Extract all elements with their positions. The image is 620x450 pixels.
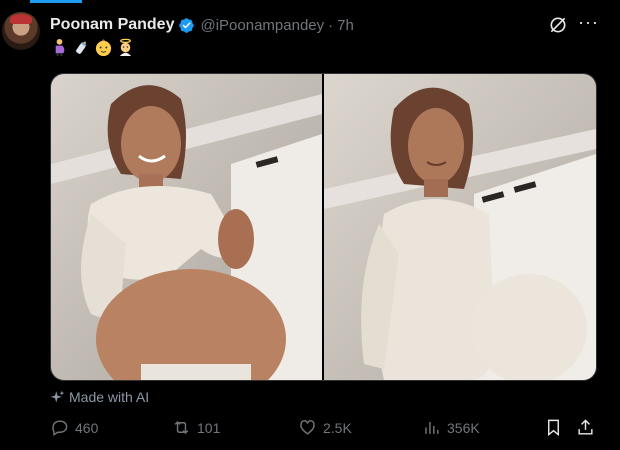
- repost-icon: [174, 420, 189, 435]
- post-image-1[interactable]: [51, 74, 322, 380]
- sparkle-icon: [50, 390, 65, 402]
- baby-angel-emoji: [119, 38, 132, 57]
- post-media-grid[interactable]: [50, 73, 597, 381]
- reply-count: 460: [75, 419, 99, 436]
- reply-icon: [52, 420, 68, 436]
- separator-dot: ·: [328, 16, 334, 34]
- made-with-ai-label[interactable]: Made with AI: [50, 389, 149, 405]
- pregnant-person-emoji: [55, 38, 65, 57]
- post-timestamp[interactable]: 7h: [337, 17, 354, 34]
- bookmark-icon: [548, 419, 559, 437]
- views-chart-icon: [425, 421, 439, 434]
- verified-badge-icon[interactable]: [178, 17, 195, 34]
- bookmark-button[interactable]: [544, 418, 563, 437]
- like-count: 2.5K: [323, 419, 352, 436]
- author-handle[interactable]: @iPoonampandey: [200, 17, 324, 34]
- reply-button[interactable]: 460: [50, 418, 98, 437]
- post-image-2[interactable]: [324, 74, 596, 380]
- heart-icon: [300, 420, 315, 435]
- repost-button[interactable]: 101: [172, 418, 220, 437]
- top-tab-bar: [0, 0, 620, 3]
- post-action-bar: 460 101 2.5K 356K: [0, 418, 620, 442]
- made-with-ai-text: Made with AI: [69, 389, 150, 405]
- baby-bottle-emoji: [76, 41, 87, 54]
- grok-icon[interactable]: [548, 15, 568, 35]
- more-options-icon[interactable]: ···: [578, 13, 598, 33]
- like-button[interactable]: 2.5K: [298, 418, 352, 437]
- view-count: 356K: [447, 419, 480, 436]
- baby-emoji: [95, 39, 112, 57]
- repost-count: 101: [197, 419, 221, 436]
- views-button[interactable]: 356K: [422, 418, 480, 437]
- active-tab-indicator: [30, 0, 82, 3]
- share-icon: [578, 419, 593, 435]
- avatar[interactable]: [2, 12, 40, 50]
- share-button[interactable]: [576, 418, 595, 437]
- author-name[interactable]: Poonam Pandey: [50, 16, 174, 34]
- post-text: [50, 38, 135, 57]
- post-header: Poonam Pandey @iPoonampandey · 7h: [50, 14, 354, 36]
